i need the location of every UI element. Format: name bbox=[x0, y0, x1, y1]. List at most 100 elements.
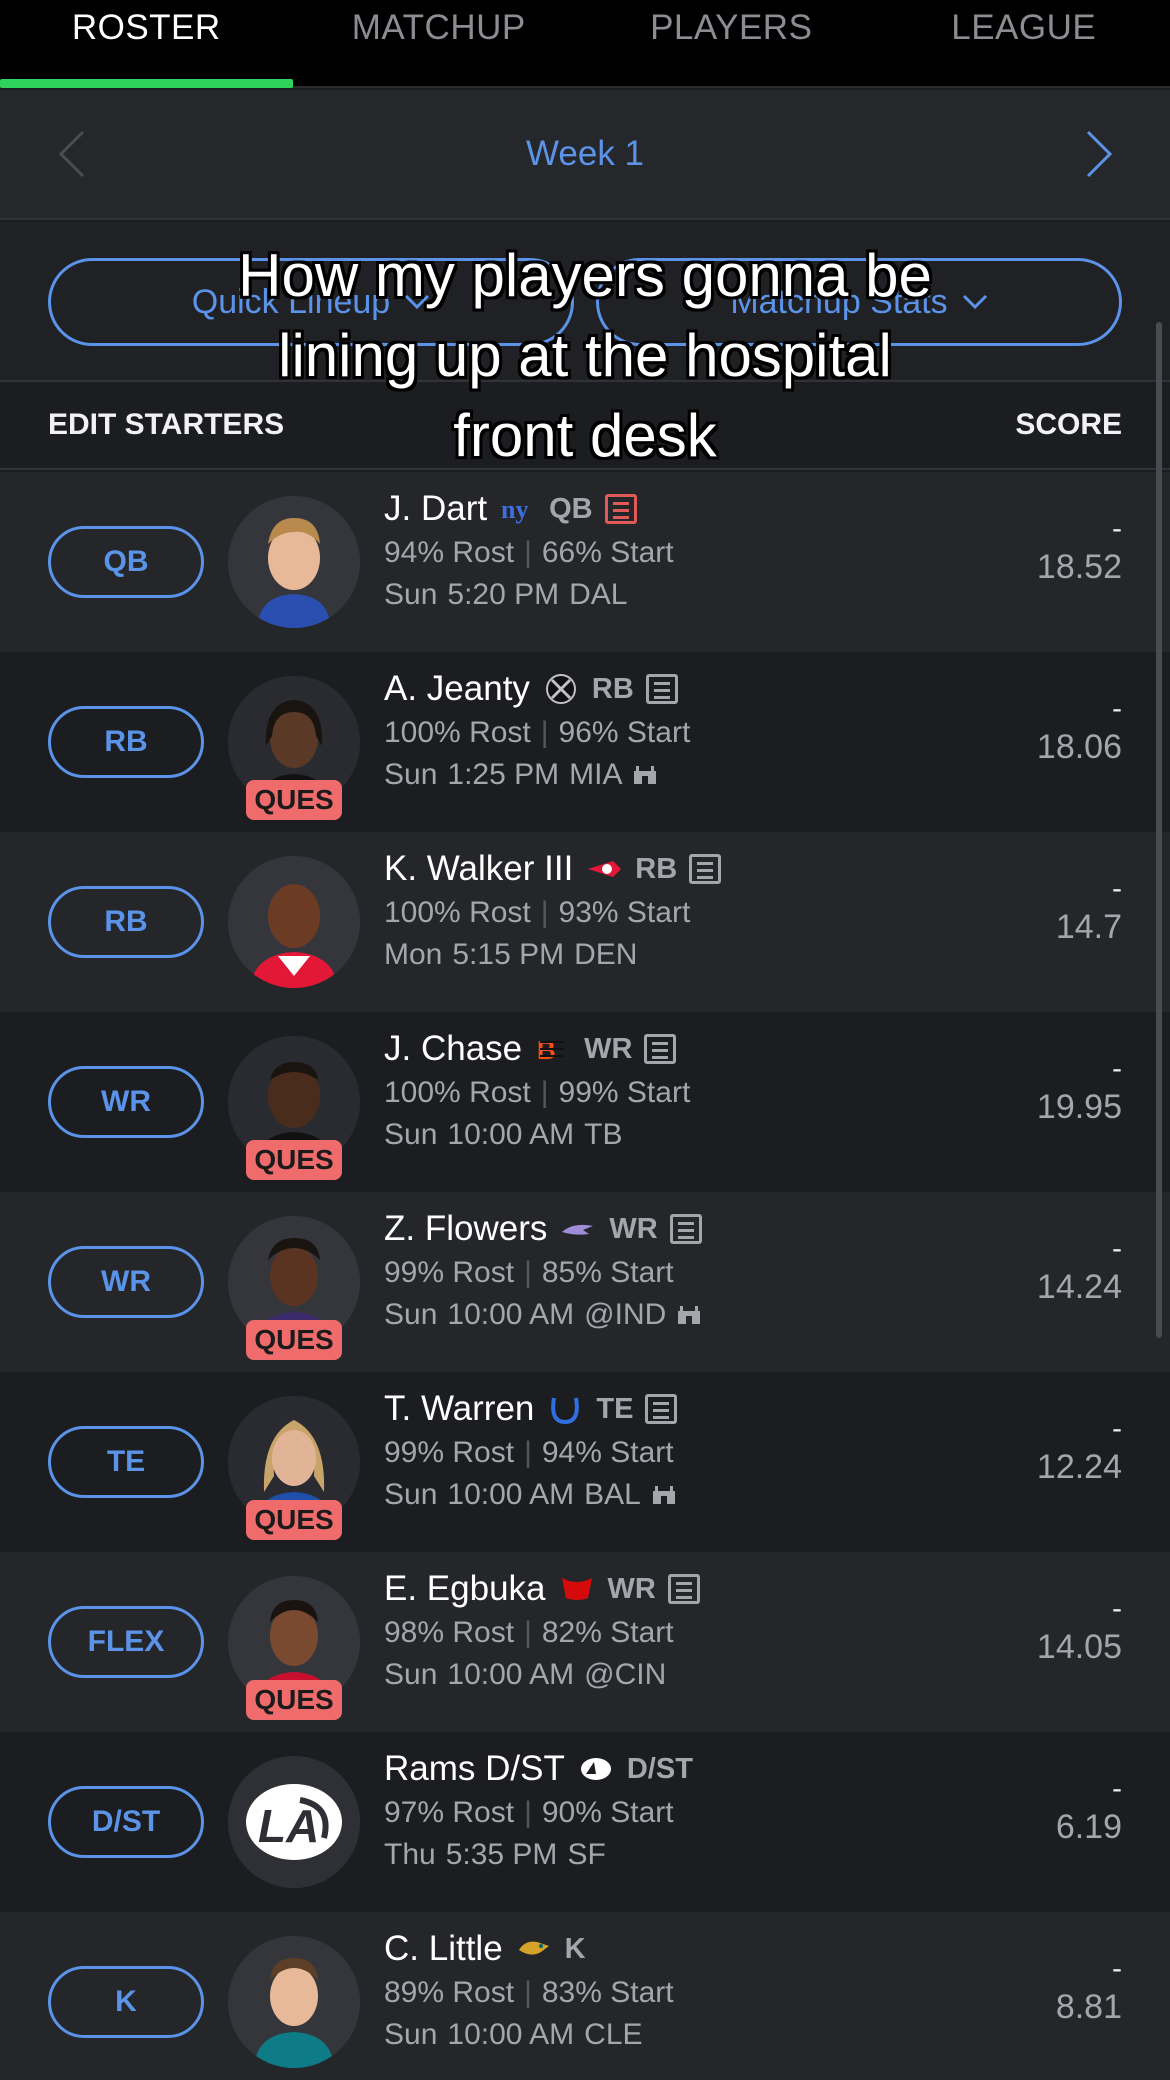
actual-score: - bbox=[1112, 872, 1122, 905]
caption-line-1: How my players gonna be bbox=[238, 242, 932, 309]
score-cell: - 14.05 bbox=[1037, 1592, 1122, 1667]
tab-players[interactable]: PLAYERS bbox=[585, 0, 878, 86]
game-time: 10:00 AM bbox=[447, 2018, 575, 2051]
player-row[interactable]: TE QUES T. Warren TE 99% Rost | 94% Start … bbox=[0, 1372, 1170, 1552]
chevron-right-icon[interactable] bbox=[1082, 128, 1116, 180]
started-pct: 99% Start bbox=[558, 1076, 691, 1109]
game-time: 1:25 PM bbox=[447, 758, 560, 791]
game-line: Sun 10:00 AM CLE bbox=[384, 2014, 674, 2056]
player-info: J. Chase B WR 100% Rost|99% Start Sun 10:… bbox=[384, 1026, 690, 1156]
player-row[interactable]: QB J. Dart ny QB 94% Rost | 66% Start Sun 5… bbox=[0, 472, 1170, 652]
score-cell: - 12.24 bbox=[1037, 1412, 1122, 1487]
news-icon[interactable] bbox=[645, 1394, 678, 1424]
player-name[interactable]: T. Warren bbox=[384, 1389, 534, 1429]
slot-button[interactable]: WR bbox=[48, 1066, 204, 1138]
player-name[interactable]: K. Walker III bbox=[384, 849, 573, 889]
ownership-line: 100% Rost | 99% Start bbox=[384, 1076, 691, 1109]
game-time: 5:35 PM bbox=[445, 1838, 558, 1871]
rostered-pct: 94% Rost bbox=[384, 536, 515, 569]
tab-league[interactable]: LEAGUE bbox=[878, 0, 1170, 86]
buccaneers-logo-icon bbox=[561, 1578, 592, 1600]
player-name[interactable]: J. Chase bbox=[384, 1029, 522, 1069]
player-headshot[interactable] bbox=[228, 856, 360, 988]
ownership-line: 100% Rost | 96% Start bbox=[384, 716, 691, 749]
tab-matchup[interactable]: MATCHUP bbox=[293, 0, 586, 86]
opponent: TB bbox=[584, 1118, 623, 1151]
rams-logo-icon bbox=[580, 1758, 611, 1780]
player-info: Rams D/ST D/ST 97% Rost | 90% Start Thu 5:3… bbox=[384, 1746, 693, 1876]
player-name[interactable]: C. Little bbox=[384, 1929, 503, 1969]
chiefs-logo-icon bbox=[588, 861, 622, 877]
actual-score: - bbox=[1112, 1052, 1122, 1085]
player-headshot[interactable] bbox=[228, 496, 360, 628]
game-time: 10:00 AM bbox=[447, 1298, 575, 1331]
player-name[interactable]: Z. Flowers bbox=[384, 1209, 547, 1249]
player-row[interactable]: RB QUES A. Jeanty RB 100% Rost | 96% Start… bbox=[0, 652, 1170, 832]
tab-roster[interactable]: ROSTER bbox=[0, 0, 293, 88]
slot-button[interactable]: D/ST bbox=[48, 1786, 204, 1858]
roster-list: QB J. Dart ny QB 94% Rost | 66% Start Sun 5… bbox=[0, 472, 1170, 2080]
ownership-line: 99% Rost | 94% Start bbox=[384, 1436, 674, 1469]
slot-button[interactable]: RB bbox=[48, 706, 204, 778]
projected-score: 12.24 bbox=[1036, 1448, 1122, 1486]
player-position: WR bbox=[607, 1572, 656, 1605]
game-day: Mon bbox=[384, 938, 443, 971]
player-row[interactable]: FLEX QUES E. Egbuka WR 98% Rost | 82% Star… bbox=[0, 1552, 1170, 1732]
chevron-left-icon[interactable] bbox=[55, 128, 89, 180]
opponent: BAL bbox=[584, 1478, 641, 1511]
slot-button[interactable]: FLEX bbox=[48, 1606, 204, 1678]
news-icon[interactable] bbox=[667, 1574, 700, 1604]
started-pct: 82% Start bbox=[541, 1616, 674, 1649]
news-icon[interactable] bbox=[669, 1214, 702, 1244]
player-name[interactable]: Rams D/ST bbox=[384, 1749, 565, 1789]
game-time: 5:20 PM bbox=[447, 578, 560, 611]
news-alert-icon[interactable] bbox=[604, 494, 637, 524]
actual-score: - bbox=[1112, 1952, 1122, 1985]
game-line: Thu 5:35 PM SF bbox=[384, 1834, 693, 1876]
player-row[interactable]: K C. Little K 89% Rost | 83% Start Sun 10:0… bbox=[0, 1912, 1170, 2080]
rostered-pct: 99% Rost bbox=[384, 1436, 515, 1469]
news-icon[interactable] bbox=[689, 854, 722, 884]
questionable-badge: QUES bbox=[246, 1320, 342, 1360]
questionable-badge: QUES bbox=[246, 1500, 342, 1540]
week-title[interactable]: Week 1 bbox=[526, 134, 644, 174]
game-day: Sun bbox=[384, 758, 438, 791]
slot-button[interactable]: QB bbox=[48, 526, 204, 598]
slot-button[interactable]: K bbox=[48, 1966, 204, 2038]
game-day: Sun bbox=[384, 1478, 438, 1511]
player-name[interactable]: J. Dart bbox=[384, 489, 487, 529]
rostered-pct: 98% Rost bbox=[384, 1616, 515, 1649]
score-cell: - 8.81 bbox=[1056, 1952, 1122, 2027]
started-pct: 85% Start bbox=[541, 1256, 674, 1289]
actual-score: - bbox=[1112, 692, 1122, 725]
player-position: RB bbox=[635, 852, 678, 885]
started-pct: 94% Start bbox=[541, 1436, 674, 1469]
score-cell: - 18.52 bbox=[1037, 512, 1122, 587]
player-position: TE bbox=[596, 1392, 634, 1425]
ownership-line: 100% Rost | 93% Start bbox=[384, 896, 691, 929]
player-headshot[interactable] bbox=[228, 1936, 360, 2068]
team-logo-avatar[interactable]: LA bbox=[228, 1756, 360, 1888]
ravens-logo-icon bbox=[562, 1224, 594, 1235]
news-icon[interactable] bbox=[644, 1034, 677, 1064]
player-row[interactable]: RB K. Walker III RB 100% Rost | 93% Start … bbox=[0, 832, 1170, 1012]
slot-button[interactable]: WR bbox=[48, 1246, 204, 1318]
player-row[interactable]: D/ST LA Rams D/ST D/ST 97% Rost | 90% Star… bbox=[0, 1732, 1170, 1912]
slot-button[interactable]: RB bbox=[48, 886, 204, 958]
projected-score: 8.81 bbox=[1055, 1988, 1122, 2026]
started-pct: 96% Start bbox=[558, 716, 691, 749]
rostered-pct: 100% Rost bbox=[384, 716, 531, 749]
player-position: D/ST bbox=[626, 1752, 693, 1785]
opponent: @CIN bbox=[584, 1658, 667, 1691]
player-row[interactable]: WR QUES J. Chase B WR 100% Rost|99% Star… bbox=[0, 1012, 1170, 1192]
player-row[interactable]: WR QUES Z. Flowers WR 99% Rost | 85% Start… bbox=[0, 1192, 1170, 1372]
news-icon[interactable] bbox=[645, 674, 678, 704]
player-position: K bbox=[564, 1932, 586, 1965]
actual-score: - bbox=[1112, 1232, 1122, 1265]
game-day: Sun bbox=[384, 1118, 438, 1151]
score-cell: - 14.7 bbox=[1056, 872, 1122, 947]
player-name[interactable]: E. Egbuka bbox=[384, 1569, 546, 1609]
player-name[interactable]: A. Jeanty bbox=[384, 669, 530, 709]
player-position: WR bbox=[609, 1212, 658, 1245]
slot-button[interactable]: TE bbox=[48, 1426, 204, 1498]
